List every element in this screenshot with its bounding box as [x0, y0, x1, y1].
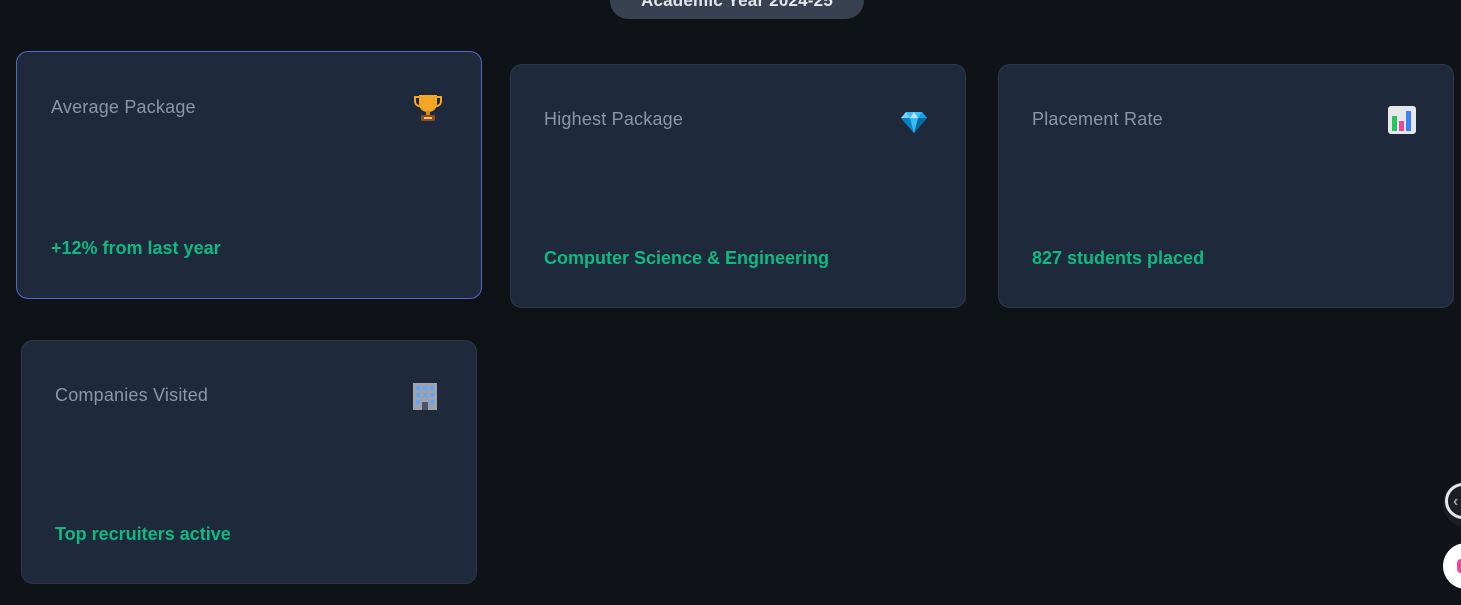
- card-subtitle: +12% from last year: [51, 238, 221, 258]
- card-title: Placement Rate: [1032, 109, 1163, 129]
- academic-year-label: Academic Year 2024-25: [641, 0, 833, 10]
- card-subtitle: Computer Science & Engineering: [544, 248, 830, 268]
- companies-visited-card[interactable]: Companies Visited Top recruiters active: [21, 340, 477, 584]
- placement-rate-card[interactable]: Placement Rate 827 students placed: [998, 64, 1454, 308]
- gem-icon: [900, 110, 928, 138]
- collapse-panel-button[interactable]: ‹: [1443, 481, 1461, 527]
- assistant-launcher-button[interactable]: [1443, 543, 1461, 589]
- card-title: Companies Visited: [55, 385, 209, 405]
- academic-year-badge: Academic Year 2024-25: [610, 0, 864, 19]
- assistant-icon: [1457, 559, 1461, 573]
- card-title: Average Package: [51, 97, 196, 117]
- office-building-icon: [411, 381, 439, 410]
- chevron-left-icon: ‹: [1453, 493, 1459, 510]
- average-package-card[interactable]: Average Package +12% from last year: [16, 51, 482, 299]
- bar-chart-icon: [1388, 106, 1416, 134]
- card-title: Highest Package: [544, 109, 684, 129]
- card-subtitle: 827 students placed: [1032, 248, 1205, 268]
- highest-package-card[interactable]: Highest Package Computer Science & Engin…: [510, 64, 966, 308]
- card-subtitle: Top recruiters active: [55, 524, 231, 544]
- trophy-icon: [414, 92, 442, 121]
